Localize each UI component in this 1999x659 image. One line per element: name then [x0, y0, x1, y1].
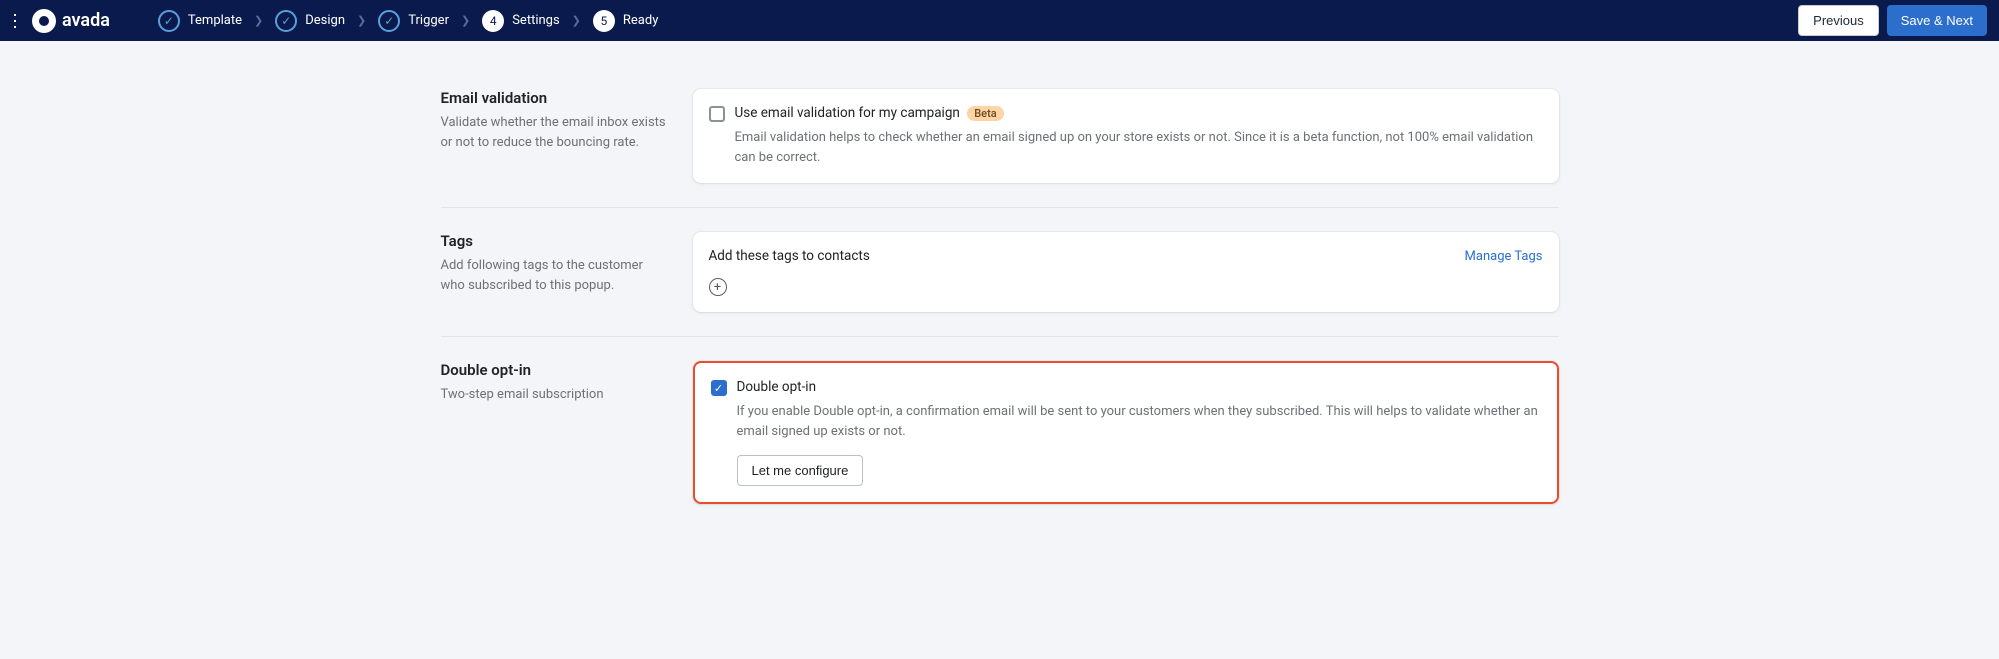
section-desc: Two-step email subscription — [441, 385, 669, 405]
section-email-validation: Email validation Validate whether the em… — [441, 65, 1559, 208]
section-desc: Add following tags to the customer who s… — [441, 256, 669, 295]
check-icon: ✓ — [378, 10, 400, 32]
menu-toggle-icon[interactable] — [12, 14, 20, 28]
checkbox-label: Double opt-in — [737, 379, 817, 395]
step-nav: ✓ Template ❯ ✓ Design ❯ ✓ Trigger ❯ 4 Se… — [158, 10, 1790, 32]
double-opt-in-card: ✓ Double opt-in If you enable Double opt… — [693, 361, 1559, 504]
section-left: Email validation Validate whether the em… — [441, 89, 669, 183]
section-left: Tags Add following tags to the customer … — [441, 232, 669, 312]
step-trigger[interactable]: ✓ Trigger — [378, 10, 449, 32]
step-label: Ready — [623, 13, 658, 28]
chevron-right-icon: ❯ — [461, 14, 470, 27]
section-double-opt-in: Double opt-in Two-step email subscriptio… — [441, 337, 1559, 528]
step-label: Settings — [512, 13, 559, 28]
checkbox-row: ✓ Double opt-in — [711, 379, 1541, 396]
step-number-icon: 4 — [482, 10, 504, 32]
save-next-button[interactable]: Save & Next — [1887, 5, 1987, 36]
step-number-icon: 5 — [593, 10, 615, 32]
section-title: Email validation — [441, 89, 669, 107]
main-content: Email validation Validate whether the em… — [441, 41, 1559, 588]
section-right: Add these tags to contacts Manage Tags + — [693, 232, 1559, 312]
previous-button[interactable]: Previous — [1798, 5, 1879, 36]
chevron-right-icon: ❯ — [572, 14, 581, 27]
section-title: Tags — [441, 232, 669, 250]
app-header: avada ✓ Template ❯ ✓ Design ❯ ✓ Trigger … — [0, 0, 1999, 41]
beta-badge: Beta — [967, 106, 1003, 121]
step-ready[interactable]: 5 Ready — [593, 10, 658, 32]
check-icon: ✓ — [275, 10, 297, 32]
card-description: If you enable Double opt-in, a confirmat… — [737, 402, 1541, 441]
step-design[interactable]: ✓ Design — [275, 10, 345, 32]
add-tag-icon[interactable]: + — [709, 278, 727, 296]
checkbox-row: Use email validation for my campaign Bet… — [709, 105, 1543, 122]
tags-title: Add these tags to contacts — [709, 248, 870, 264]
double-opt-in-checkbox[interactable]: ✓ — [711, 380, 727, 396]
manage-tags-link[interactable]: Manage Tags — [1465, 249, 1543, 264]
tags-header: Add these tags to contacts Manage Tags — [709, 248, 1543, 264]
section-right: Use email validation for my campaign Bet… — [693, 89, 1559, 183]
chevron-right-icon: ❯ — [357, 14, 366, 27]
section-title: Double opt-in — [441, 361, 669, 379]
brand-logo: avada — [32, 9, 110, 33]
configure-button[interactable]: Let me configure — [737, 455, 864, 486]
step-label: Design — [305, 13, 345, 28]
chevron-right-icon: ❯ — [254, 14, 263, 27]
section-left: Double opt-in Two-step email subscriptio… — [441, 361, 669, 504]
step-settings[interactable]: 4 Settings — [482, 10, 559, 32]
email-validation-checkbox[interactable] — [709, 106, 725, 122]
section-tags: Tags Add following tags to the customer … — [441, 208, 1559, 337]
email-validation-card: Use email validation for my campaign Bet… — [693, 89, 1559, 183]
step-template[interactable]: ✓ Template — [158, 10, 242, 32]
check-icon: ✓ — [158, 10, 180, 32]
tags-card: Add these tags to contacts Manage Tags + — [693, 232, 1559, 312]
step-label: Trigger — [408, 13, 449, 28]
header-actions: Previous Save & Next — [1798, 5, 1987, 36]
card-description: Email validation helps to check whether … — [735, 128, 1543, 167]
checkbox-label: Use email validation for my campaign Bet… — [735, 105, 1004, 121]
brand-name: avada — [62, 10, 110, 31]
section-desc: Validate whether the email inbox exists … — [441, 113, 669, 152]
logo-icon — [32, 9, 56, 33]
step-label: Template — [188, 13, 242, 28]
section-right: ✓ Double opt-in If you enable Double opt… — [693, 361, 1559, 504]
